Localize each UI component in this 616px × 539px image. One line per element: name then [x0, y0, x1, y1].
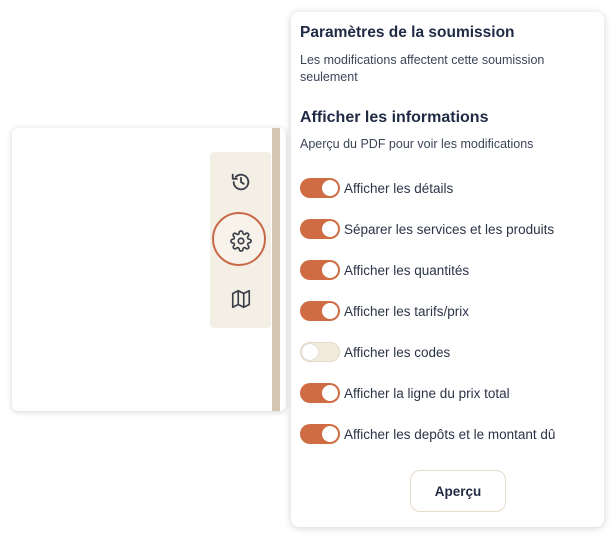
- toggle-row-prices[interactable]: Afficher les tarifs/prix: [300, 300, 469, 322]
- toggle-label: Afficher les codes: [344, 344, 451, 360]
- map-icon: [231, 289, 250, 309]
- toggle-label: Afficher la ligne du prix total: [344, 385, 510, 401]
- settings-panel: Paramètres de la soumission Les modifica…: [291, 12, 604, 527]
- prices-toggle[interactable]: [300, 301, 340, 321]
- tool-rail: [210, 152, 271, 328]
- toggle-knob: [322, 221, 338, 237]
- toggle-knob: [322, 426, 338, 442]
- toggle-label: Séparer les services et les produits: [344, 221, 555, 237]
- history-button[interactable]: [210, 157, 271, 207]
- settings-button[interactable]: [210, 212, 271, 266]
- toggle-knob: [302, 344, 318, 360]
- history-icon: [231, 173, 249, 191]
- section-subtitle: Aperçu du PDF pour voir les modification…: [300, 137, 534, 151]
- quantities-toggle[interactable]: [300, 260, 340, 280]
- panel-title: Paramètres de la soumission: [300, 24, 515, 41]
- toggle-label: Afficher les détails: [344, 180, 454, 196]
- toggle-row-separate[interactable]: Séparer les services et les produits: [300, 218, 554, 240]
- toggle-row-total[interactable]: Afficher la ligne du prix total: [300, 382, 510, 404]
- section-title: Afficher les informations: [300, 109, 489, 126]
- scrollbar[interactable]: [272, 128, 280, 411]
- gear-icon: [229, 230, 252, 252]
- panel-subtitle: Les modifications affectent cette soumis…: [300, 53, 545, 84]
- toggle-label: Afficher les depôts et le montant dû: [344, 426, 556, 442]
- codes-toggle[interactable]: [300, 342, 340, 362]
- toggle-knob: [322, 303, 338, 319]
- details-toggle[interactable]: [300, 178, 340, 198]
- preview-button[interactable]: Aperçu: [410, 470, 506, 512]
- toggle-knob: [322, 262, 338, 278]
- toggle-row-deposits[interactable]: Afficher les depôts et le montant dû: [300, 423, 555, 445]
- separate-services-toggle[interactable]: [300, 219, 340, 239]
- toggle-row-details[interactable]: Afficher les détails: [300, 177, 453, 199]
- toggle-row-quantities[interactable]: Afficher les quantités: [300, 259, 469, 281]
- toggle-label: Afficher les tarifs/prix: [344, 303, 470, 319]
- side-card: [12, 128, 286, 411]
- total-line-toggle[interactable]: [300, 383, 340, 403]
- toggle-knob: [322, 180, 338, 196]
- toggle-knob: [322, 385, 338, 401]
- map-button[interactable]: [210, 274, 271, 324]
- toggle-label: Afficher les quantités: [344, 262, 470, 278]
- deposits-toggle[interactable]: [300, 424, 340, 444]
- toggle-row-codes[interactable]: Afficher les codes: [300, 341, 450, 363]
